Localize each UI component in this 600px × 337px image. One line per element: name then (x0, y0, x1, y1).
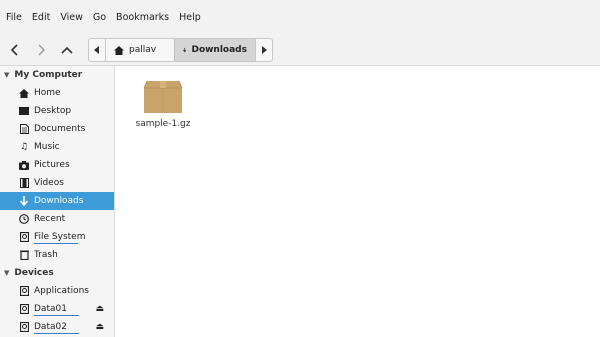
file-name: sample-1.gz (135, 119, 191, 129)
sidebar-item-file-system[interactable]: File System (0, 228, 114, 246)
breadcrumb-scroll-left[interactable] (89, 39, 106, 61)
sidebar-item-data02[interactable]: Data02 ⏏ (0, 318, 114, 336)
sidebar-item-label: Pictures (34, 160, 70, 170)
sidebar-item-label: Applications (34, 286, 89, 296)
sidebar-item-label: Home (34, 88, 61, 98)
sidebar: ▼ My Computer Home Desktop Documents ♫ M… (0, 66, 115, 337)
disk-usage-bar (34, 243, 78, 244)
sidebar-item-label: Music (34, 142, 60, 152)
drive-icon (19, 322, 29, 332)
sidebar-item-desktop[interactable]: Desktop (0, 102, 114, 120)
eject-icon[interactable]: ⏏ (95, 322, 104, 332)
sidebar-item-label: Trash (34, 250, 58, 260)
sidebar-item-trash[interactable]: Trash (0, 246, 114, 264)
chevron-left-icon (10, 44, 18, 56)
sidebar-item-home[interactable]: Home (0, 84, 114, 102)
disk-usage-bar (34, 315, 79, 316)
home-icon (114, 45, 124, 55)
sidebar-item-data01[interactable]: Data01 ⏏ (0, 300, 114, 318)
sidebar-item-documents[interactable]: Documents (0, 120, 114, 138)
sidebar-item-label: Videos (34, 178, 64, 188)
drive-icon (19, 232, 29, 242)
chevron-up-icon (61, 46, 73, 54)
sidebar-item-downloads[interactable]: Downloads (0, 192, 114, 210)
menu-file[interactable]: File (6, 12, 22, 23)
archive-icon (143, 80, 183, 113)
file-view[interactable]: sample-1.gz (115, 66, 600, 337)
videos-icon (19, 178, 29, 188)
drive-icon (19, 304, 29, 314)
sidebar-item-videos[interactable]: Videos (0, 174, 114, 192)
menu-go[interactable]: Go (93, 12, 106, 23)
sidebar-item-label: Documents (34, 124, 86, 134)
music-icon: ♫ (19, 142, 29, 152)
breadcrumb: pallav Downloads (88, 38, 273, 62)
collapse-triangle-icon: ▼ (4, 269, 10, 277)
triangle-right-icon (262, 46, 267, 54)
desktop-icon (19, 107, 29, 115)
menu-edit[interactable]: Edit (32, 12, 50, 23)
documents-icon (19, 124, 29, 134)
menu-bar: File Edit View Go Bookmarks Help (0, 0, 600, 35)
pictures-icon (19, 160, 29, 170)
sidebar-item-label: Data01 (34, 304, 67, 314)
sidebar-item-applications[interactable]: Applications (0, 282, 114, 300)
disk-usage-bar (34, 333, 79, 334)
sidebar-section-my-computer[interactable]: ▼ My Computer (0, 66, 114, 84)
triangle-left-icon (94, 46, 99, 54)
sidebar-item-pictures[interactable]: Pictures (0, 156, 114, 174)
sidebar-section-devices[interactable]: ▼ Devices (0, 264, 114, 282)
sidebar-item-music[interactable]: ♫ Music (0, 138, 114, 156)
sidebar-section-label: My Computer (14, 70, 83, 80)
sidebar-section-label: Devices (14, 268, 54, 278)
sidebar-item-label: Recent (34, 214, 66, 224)
back-button[interactable] (2, 37, 28, 63)
up-button[interactable] (54, 37, 80, 63)
trash-icon (19, 250, 29, 260)
eject-icon[interactable]: ⏏ (95, 304, 104, 314)
toolbar: pallav Downloads (0, 35, 600, 66)
download-icon (19, 196, 29, 206)
breadcrumb-current-label: Downloads (191, 45, 247, 55)
file-item[interactable]: sample-1.gz (135, 79, 191, 129)
recent-icon (19, 214, 29, 224)
home-icon (19, 88, 29, 98)
breadcrumb-current[interactable]: Downloads (174, 39, 255, 61)
sidebar-item-recent[interactable]: Recent (0, 210, 114, 228)
sidebar-item-label: Desktop (34, 106, 72, 116)
menu-help[interactable]: Help (179, 12, 201, 23)
chevron-right-icon (38, 44, 45, 56)
sidebar-item-label: File System (34, 232, 86, 242)
drive-icon (19, 286, 29, 296)
sidebar-item-label: Data02 (34, 322, 67, 332)
breadcrumb-home-label: pallav (129, 45, 157, 55)
download-icon (183, 47, 187, 53)
breadcrumb-scroll-right[interactable] (255, 39, 272, 61)
forward-button[interactable] (28, 37, 54, 63)
menu-bookmarks[interactable]: Bookmarks (116, 12, 169, 23)
breadcrumb-home[interactable]: pallav (106, 39, 174, 61)
menu-view[interactable]: View (60, 12, 83, 23)
collapse-triangle-icon: ▼ (4, 71, 10, 79)
sidebar-item-label: Downloads (34, 196, 84, 206)
